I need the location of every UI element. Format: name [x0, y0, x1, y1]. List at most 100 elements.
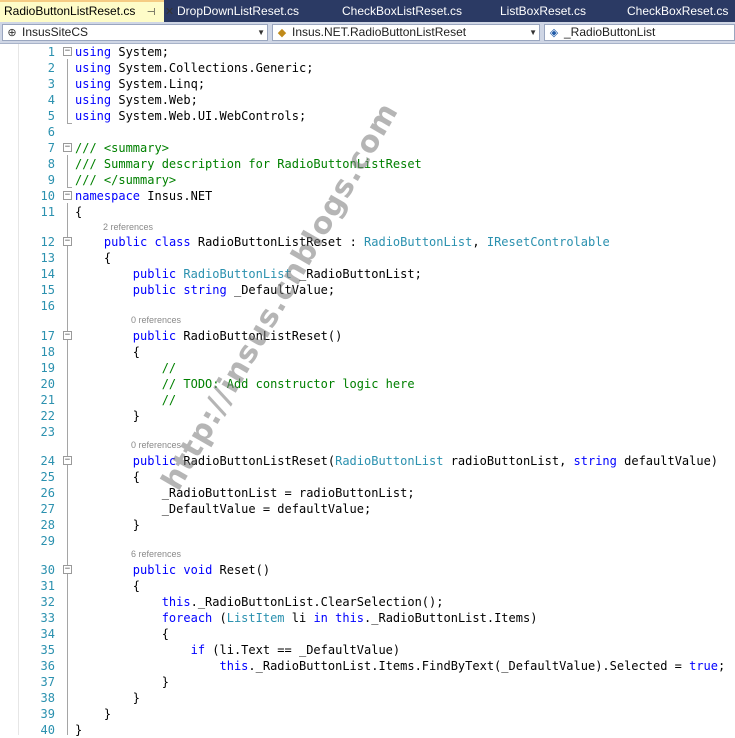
collapse-icon[interactable]: − [63, 47, 72, 56]
code-line[interactable]: 13 { [0, 250, 735, 266]
tab-checkboxreset[interactable]: CheckBoxReset.cs [627, 0, 728, 22]
code-line[interactable]: 21 // [0, 392, 735, 408]
code-text[interactable]: public RadioButtonListReset() [75, 328, 343, 344]
code-line[interactable]: 19 // [0, 360, 735, 376]
code-line[interactable]: 29 [0, 533, 735, 549]
code-line[interactable]: 22 } [0, 408, 735, 424]
code-line[interactable]: 34 { [0, 626, 735, 642]
code-line[interactable]: 11 { [0, 204, 735, 220]
code-line[interactable]: 25 { [0, 469, 735, 485]
code-line[interactable]: 20 // TODO: Add constructor logic here [0, 376, 735, 392]
code-text[interactable]: using System.Collections.Generic; [75, 60, 313, 76]
code-line[interactable]: 32 this._RadioButtonList.ClearSelection(… [0, 594, 735, 610]
tab-radiobuttonlistreset[interactable]: RadioButtonListReset.cs ⊣ ✕ [0, 0, 174, 22]
collapse-icon[interactable]: − [63, 331, 72, 340]
code-text[interactable]: { [75, 578, 140, 594]
type-dropdown[interactable]: ◆ Insus.NET.RadioButtonListReset ▼ [272, 24, 540, 41]
code-text[interactable]: // [75, 360, 176, 376]
code-line[interactable]: 38 } [0, 690, 735, 706]
code-line[interactable]: 5 using System.Web.UI.WebControls; [0, 108, 735, 124]
code-text[interactable]: using System; [75, 44, 169, 60]
code-line[interactable]: 12− public class RadioButtonListReset : … [0, 234, 735, 250]
code-text[interactable]: namespace Insus.NET [75, 188, 212, 204]
code-line[interactable]: 24− public RadioButtonListReset(RadioBut… [0, 453, 735, 469]
code-text[interactable]: } [75, 706, 111, 722]
code-text[interactable]: public class RadioButtonListReset : Radi… [75, 234, 610, 250]
code-line[interactable]: 1− using System; [0, 44, 735, 60]
code-text[interactable]: _RadioButtonList = radioButtonList; [75, 485, 415, 501]
code-text[interactable]: // TODO: Add constructor logic here [75, 376, 415, 392]
code-text[interactable]: using System.Linq; [75, 76, 205, 92]
code-line[interactable]: 23 [0, 424, 735, 440]
tab-checkboxlistreset[interactable]: CheckBoxListReset.cs [342, 0, 462, 22]
codelens-reset[interactable]: 6 references [131, 549, 181, 560]
codelens-class[interactable]: 2 references [103, 222, 153, 233]
code-text[interactable]: public RadioButtonListReset(RadioButtonL… [75, 453, 718, 469]
collapse-icon[interactable]: − [63, 191, 72, 200]
tab-listboxreset[interactable]: ListBoxReset.cs [500, 0, 586, 22]
code-editor[interactable]: 1− using System; 2 using System.Collections… [0, 44, 735, 738]
code-line[interactable]: 4 using System.Web; [0, 92, 735, 108]
close-icon[interactable]: ✕ [165, 3, 174, 22]
code-text[interactable]: { [75, 344, 140, 360]
project-dropdown[interactable]: ⊕ InsusSiteCS ▼ [2, 24, 268, 41]
code-text[interactable]: { [75, 626, 169, 642]
code-text[interactable]: public RadioButtonList _RadioButtonList; [75, 266, 422, 282]
collapse-icon[interactable]: − [63, 237, 72, 246]
code-line[interactable]: 2 using System.Collections.Generic; [0, 60, 735, 76]
code-line[interactable]: 10− namespace Insus.NET [0, 188, 735, 204]
collapse-icon[interactable]: − [63, 565, 72, 574]
code-text[interactable]: this._RadioButtonList.ClearSelection(); [75, 594, 444, 610]
code-line[interactable]: 39 } [0, 706, 735, 722]
code-text[interactable]: } [75, 722, 82, 738]
code-line[interactable]: 31 { [0, 578, 735, 594]
code-text[interactable]: if (li.Text == _DefaultValue) [75, 642, 401, 658]
code-line[interactable]: 6 [0, 124, 735, 140]
code-text[interactable]: using System.Web; [75, 92, 198, 108]
code-text[interactable]: /// <summary> [75, 140, 169, 156]
code-line[interactable]: 3 using System.Linq; [0, 76, 735, 92]
code-text[interactable]: foreach (ListItem li in this._RadioButto… [75, 610, 538, 626]
code-line[interactable]: 7−/// <summary> [0, 140, 735, 156]
codelens-constructor-overload[interactable]: 0 references [131, 440, 181, 451]
code-text[interactable]: { [75, 469, 140, 485]
code-text[interactable]: public void Reset() [75, 562, 270, 578]
code-text[interactable]: this._RadioButtonList.Items.FindByText(_… [75, 658, 726, 674]
code-line[interactable]: 17− public RadioButtonListReset() [0, 328, 735, 344]
code-text[interactable]: } [75, 674, 169, 690]
code-line[interactable]: 9 /// </summary> [0, 172, 735, 188]
code-line[interactable]: 18 { [0, 344, 735, 360]
pin-icon[interactable]: ⊣ [147, 3, 156, 22]
code-line[interactable]: 40} [0, 722, 735, 738]
code-text[interactable]: } [75, 690, 140, 706]
code-text[interactable]: { [75, 250, 111, 266]
code-text[interactable]: } [75, 517, 140, 533]
tab-dropdownlistreset[interactable]: DropDownListReset.cs [177, 0, 299, 22]
code-text[interactable]: public string _DefaultValue; [75, 282, 335, 298]
code-text[interactable]: _DefaultValue = defaultValue; [75, 501, 372, 517]
code-text[interactable]: } [75, 408, 140, 424]
code-line[interactable]: 37 } [0, 674, 735, 690]
code-line[interactable]: 36 this._RadioButtonList.Items.FindByTex… [0, 658, 735, 674]
code-line[interactable]: 33 foreach (ListItem li in this._RadioBu… [0, 610, 735, 626]
code-line[interactable]: 14 public RadioButtonList _RadioButtonLi… [0, 266, 735, 282]
code-text[interactable]: using System.Web.UI.WebControls; [75, 108, 306, 124]
code-line[interactable]: 28 } [0, 517, 735, 533]
code-line[interactable]: 26 _RadioButtonList = radioButtonList; [0, 485, 735, 501]
codelens-constructor[interactable]: 0 references [131, 315, 181, 326]
collapse-icon[interactable]: − [63, 456, 72, 465]
code-text[interactable]: // [75, 392, 176, 408]
collapse-icon[interactable]: − [63, 143, 72, 152]
code-line[interactable]: 27 _DefaultValue = defaultValue; [0, 501, 735, 517]
line-number: 10 [40, 189, 55, 203]
code-line[interactable]: 30− public void Reset() [0, 562, 735, 578]
code-line[interactable]: 8 /// Summary description for RadioButton… [0, 156, 735, 172]
code-text[interactable]: /// </summary> [75, 172, 176, 188]
member-dropdown[interactable]: ◈ _RadioButtonList [544, 24, 735, 41]
code-line[interactable]: 35 if (li.Text == _DefaultValue) [0, 642, 735, 658]
code-text[interactable]: { [75, 204, 82, 220]
code-text[interactable]: /// Summary description for RadioButtonL… [75, 156, 422, 172]
code-line[interactable]: 16 [0, 298, 735, 314]
line-number: 5 [47, 109, 55, 123]
code-line[interactable]: 15 public string _DefaultValue; [0, 282, 735, 298]
